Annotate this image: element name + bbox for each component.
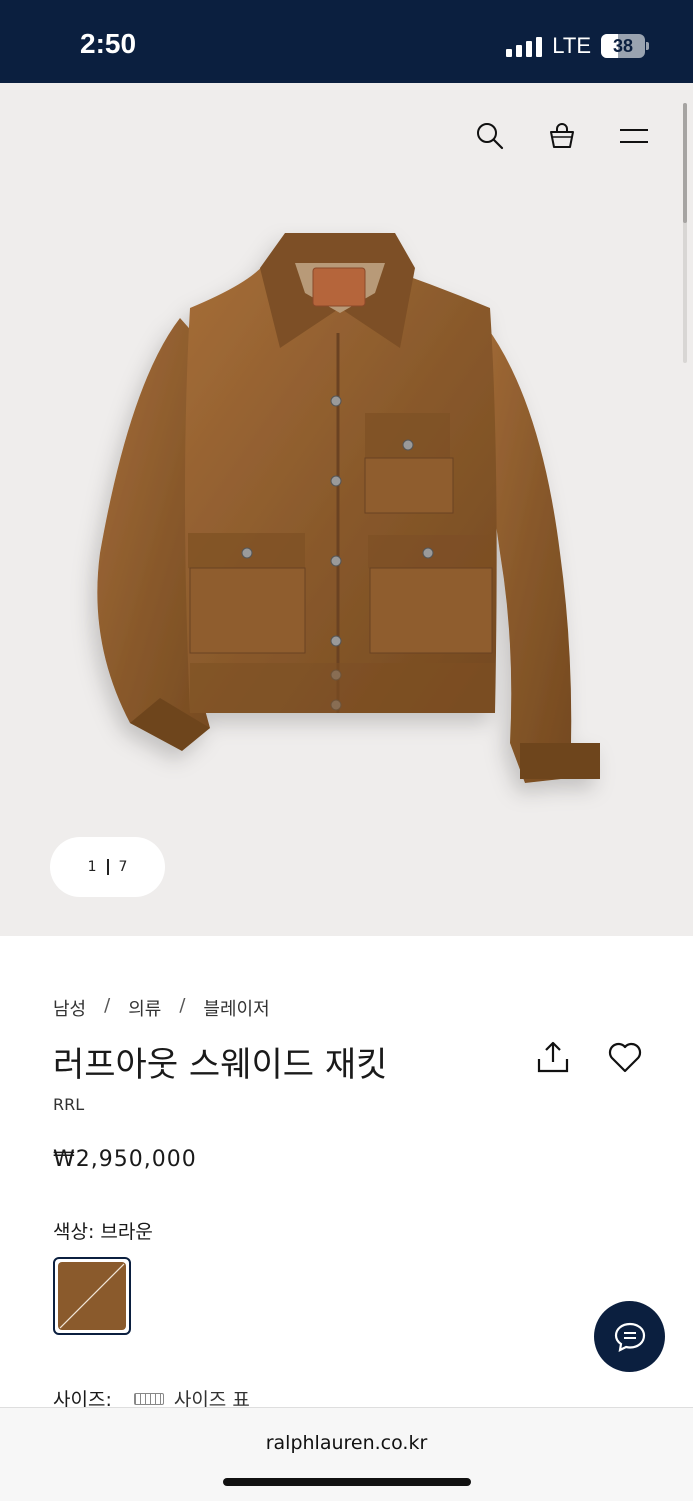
title-row: 러프아웃 스웨이드 재킷 <box>53 1037 653 1086</box>
scrollbar[interactable] <box>683 103 687 363</box>
battery-icon: 38 <box>601 34 649 58</box>
chat-button[interactable] <box>594 1301 665 1372</box>
chat-icon <box>614 1322 645 1352</box>
ruler-icon <box>133 1392 164 1405</box>
brand-name: RRL <box>53 1095 85 1114</box>
image-pager: 1 7 <box>50 837 165 897</box>
breadcrumb-separator: / <box>179 995 186 1016</box>
pager-current: 1 <box>87 859 97 875</box>
breadcrumb-item[interactable]: 의류 <box>128 995 161 1021</box>
bag-icon[interactable] <box>547 121 577 151</box>
status-indicators: LTE 38 <box>506 33 649 59</box>
pager-divider <box>106 859 109 875</box>
status-time: 2:50 <box>80 28 137 59</box>
home-indicator[interactable] <box>223 1478 471 1486</box>
heart-icon[interactable] <box>607 1039 643 1075</box>
product-price: ₩2,950,000 <box>53 1147 197 1172</box>
search-icon[interactable] <box>475 121 505 151</box>
color-label: 색상: 브라운 <box>53 1221 153 1243</box>
breadcrumb-item[interactable]: 남성 <box>53 995 86 1021</box>
status-bar: 2:50 LTE 38 <box>0 0 693 83</box>
network-type: LTE <box>552 33 591 58</box>
product-info: 남성 / 의류 / 블레이저 러프아웃 스웨이드 재킷 RRL ₩2,950,0… <box>53 995 653 1411</box>
address-bar-url[interactable]: ralphlauren.co.kr <box>0 1432 693 1454</box>
signal-icon <box>506 35 543 57</box>
pager-total: 7 <box>118 859 128 875</box>
breadcrumb-separator: / <box>104 995 111 1016</box>
product-image <box>97 233 600 783</box>
breadcrumb: 남성 / 의류 / 블레이저 <box>53 995 653 1021</box>
share-icon[interactable] <box>535 1039 571 1075</box>
battery-level: 38 <box>612 35 634 56</box>
browser-bottom-bar: ralphlauren.co.kr <box>0 1407 693 1501</box>
header-actions <box>475 121 649 151</box>
menu-icon[interactable] <box>619 121 649 151</box>
color-swatch-brown[interactable] <box>53 1257 131 1335</box>
breadcrumb-item[interactable]: 블레이저 <box>203 995 269 1021</box>
product-image-gallery[interactable]: 1 7 <box>0 83 693 936</box>
product-actions <box>535 1039 643 1075</box>
